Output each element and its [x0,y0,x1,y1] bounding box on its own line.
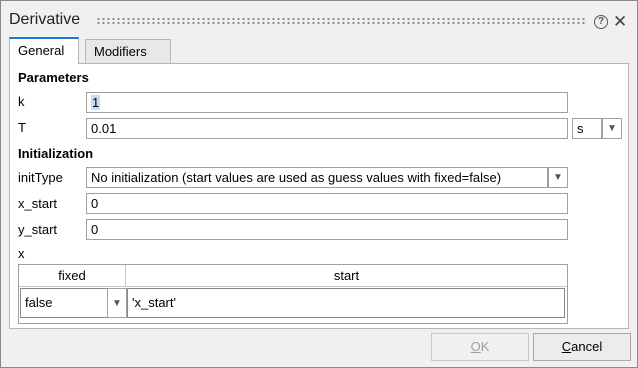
start-cell-field[interactable]: 'x_start' [127,288,565,318]
x-start-field[interactable]: 0 [86,193,568,214]
x-label: x [18,246,25,261]
ok-button[interactable]: OK [431,333,529,361]
cancel-label-rest: ancel [571,339,603,354]
inittype-select[interactable]: No initialization (start values are used… [86,167,548,188]
ok-label-rest: K [480,339,490,354]
chevron-down-icon[interactable]: ▼ [602,118,622,139]
initialization-heading: Initialization [18,146,94,161]
column-header-start: start [126,265,567,287]
k-label: k [18,94,25,109]
y-start-field[interactable]: 0 [86,219,568,240]
fixed-cell-select[interactable]: false [20,288,108,318]
window-title: Derivative [9,11,81,28]
k-value: 1 [91,95,101,110]
help-icon[interactable]: ? [594,15,608,29]
tab-strip: General Modifiers [1,37,637,64]
tab-modifiers[interactable]: Modifiers [85,39,171,64]
x-table: fixed start false ▼ 'x_start' [18,264,568,324]
chevron-down-icon[interactable]: ▼ [107,288,127,318]
parameters-heading: Parameters [18,70,89,85]
T-field[interactable]: 0.01 [86,118,568,139]
cancel-mnemonic: C [561,339,572,354]
drag-grip[interactable] [96,17,586,25]
y-start-label: y_start [18,222,58,237]
column-header-fixed: fixed [19,265,126,287]
chevron-down-icon[interactable]: ▼ [548,167,568,188]
tab-general[interactable]: General [9,37,79,64]
T-unit-select[interactable]: s [572,118,602,139]
x-start-label: x_start [18,196,58,211]
inittype-label: initType [18,170,63,185]
ok-mnemonic: O [470,339,481,354]
T-label: T [18,120,26,135]
k-field[interactable]: 1 [86,92,568,113]
general-panel: Parameters k 1 T 0.01 s ▼ Initialization… [9,63,629,329]
derivative-dialog: Derivative ? ✕ General Modifiers Paramet… [0,0,638,368]
title-bar[interactable]: Derivative ? ✕ [1,1,637,37]
cancel-button[interactable]: Cancel [533,333,631,361]
close-icon[interactable]: ✕ [613,12,627,32]
